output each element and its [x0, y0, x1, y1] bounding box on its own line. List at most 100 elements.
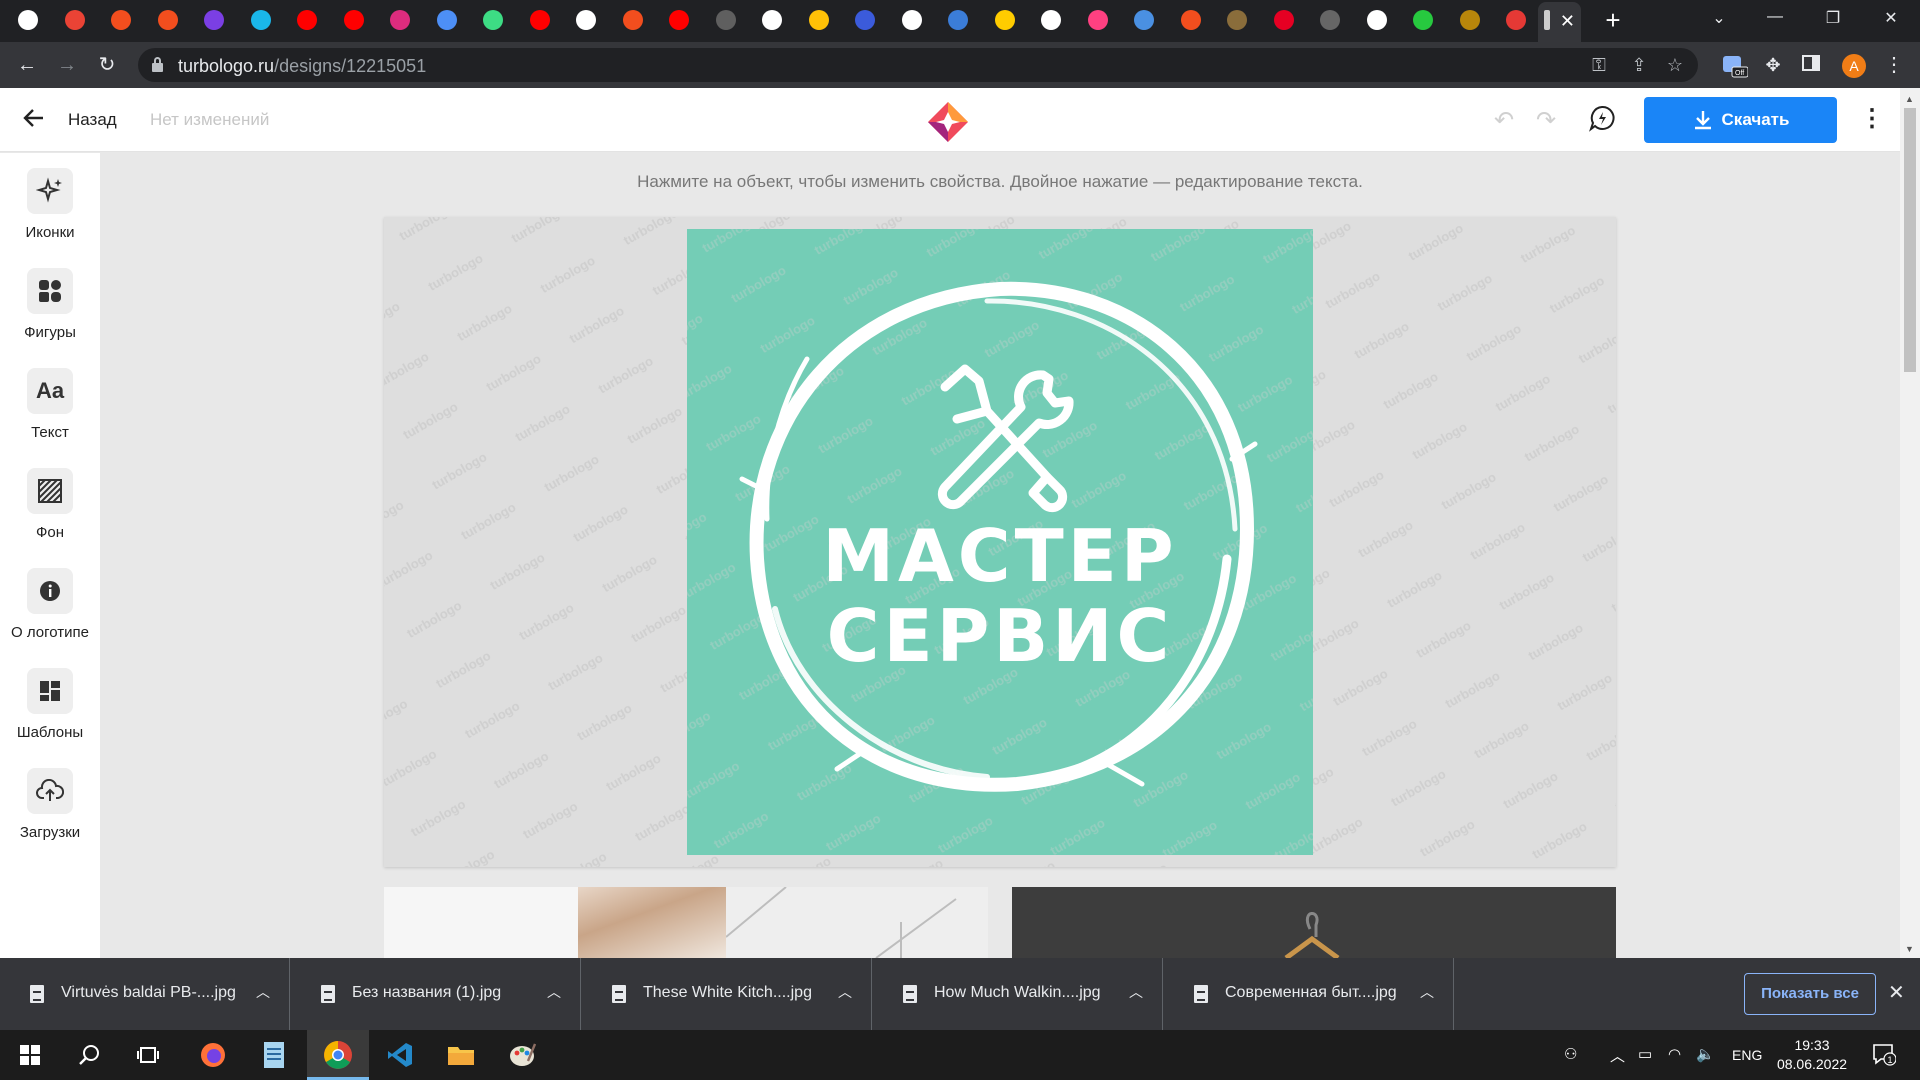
- template-thumbnail[interactable]: [384, 887, 988, 958]
- sidebar-item-shapes[interactable]: Фигуры: [0, 262, 100, 352]
- tab-favicon[interactable]: [18, 10, 38, 30]
- sidebar-item-about-logo[interactable]: О логотипе: [0, 562, 100, 652]
- chevron-up-icon[interactable]: ︿: [256, 982, 270, 1002]
- system-clock[interactable]: 19:33 08.06.2022: [1774, 1036, 1850, 1074]
- notifications-icon[interactable]: 1: [1872, 1042, 1897, 1070]
- template-thumbnail[interactable]: [1012, 887, 1616, 958]
- download-item[interactable]: These White Kitch....jpg ︿: [582, 958, 872, 1030]
- tab-favicon[interactable]: [948, 10, 968, 30]
- undo-icon[interactable]: ↶: [1490, 106, 1518, 135]
- tab-favicon[interactable]: [808, 10, 829, 30]
- tab-favicon[interactable]: [1041, 10, 1061, 30]
- sidebar-item-text[interactable]: Aa Текст: [0, 362, 100, 452]
- scroll-thumb[interactable]: [1904, 108, 1916, 372]
- tab-favicon[interactable]: [622, 10, 643, 30]
- tab-favicon[interactable]: [1413, 10, 1433, 30]
- people-icon[interactable]: ⚇: [1564, 1045, 1577, 1063]
- new-tab-button[interactable]: +: [1598, 6, 1628, 36]
- file-explorer-icon[interactable]: [445, 1039, 477, 1071]
- browser-back-button[interactable]: ←: [14, 52, 40, 78]
- close-shelf-icon[interactable]: ✕: [1888, 980, 1905, 1005]
- feedback-chat-icon[interactable]: [1588, 104, 1616, 132]
- logo-text-line1[interactable]: МАСТЕР: [822, 514, 1177, 598]
- paint-icon[interactable]: [506, 1039, 538, 1071]
- turbologo-logo[interactable]: [926, 100, 970, 144]
- tab-favicon[interactable]: [1506, 10, 1526, 30]
- design-canvas[interactable]: turbologo МАСТЕР: [384, 217, 1616, 867]
- tab-favicon[interactable]: [64, 10, 85, 30]
- vscode-icon[interactable]: [384, 1039, 416, 1071]
- tab-favicon[interactable]: [204, 10, 224, 30]
- tab-favicon[interactable]: [1366, 10, 1387, 30]
- back-button[interactable]: Назад: [68, 110, 117, 130]
- tab-search-icon[interactable]: ⌄: [1704, 8, 1734, 28]
- more-options-icon[interactable]: ⋮: [1860, 104, 1884, 134]
- scroll-down-arrow-icon[interactable]: ▼: [1905, 944, 1914, 954]
- tab-favicon[interactable]: [901, 10, 922, 30]
- battery-icon[interactable]: ▭: [1638, 1045, 1652, 1063]
- language-indicator[interactable]: ENG: [1732, 1047, 1762, 1063]
- key-icon[interactable]: ⚿: [1588, 55, 1610, 76]
- sidebar-item-background[interactable]: Фон: [0, 462, 100, 552]
- tab-favicon[interactable]: [855, 10, 875, 30]
- download-item[interactable]: Без названия (1).jpg ︿: [291, 958, 581, 1030]
- chevron-up-icon[interactable]: ︿: [1420, 982, 1434, 1002]
- logo-text-line2[interactable]: СЕРВИС: [827, 594, 1174, 678]
- back-arrow-icon[interactable]: [22, 106, 48, 132]
- puzzle-extensions-icon[interactable]: ✥: [1762, 54, 1784, 76]
- notepad-icon[interactable]: [258, 1039, 290, 1071]
- tab-favicon[interactable]: [1459, 10, 1480, 30]
- active-tab[interactable]: ✕: [1538, 2, 1581, 42]
- tab-favicon[interactable]: [576, 10, 596, 30]
- redo-icon[interactable]: ↷: [1532, 106, 1560, 135]
- search-icon[interactable]: [73, 1039, 105, 1071]
- tab-favicon[interactable]: [483, 10, 503, 30]
- minimize-button[interactable]: —: [1760, 8, 1790, 26]
- restore-button[interactable]: ❐: [1818, 8, 1848, 28]
- tab-favicon[interactable]: [1320, 10, 1340, 30]
- tab-favicon[interactable]: [1087, 10, 1108, 30]
- tab-favicon[interactable]: [111, 10, 131, 30]
- sidebar-item-icons[interactable]: Иконки: [0, 162, 100, 252]
- download-item[interactable]: Современная быт....jpg ︿: [1164, 958, 1454, 1030]
- sidebar-item-templates[interactable]: Шаблоны: [0, 662, 100, 752]
- task-view-icon[interactable]: [133, 1039, 165, 1071]
- share-icon[interactable]: ⇪: [1628, 55, 1650, 76]
- windows-start-icon[interactable]: [14, 1039, 46, 1071]
- download-item[interactable]: How Much Walkin....jpg ︿: [873, 958, 1163, 1030]
- sidebar-item-uploads[interactable]: Загрузки: [0, 762, 100, 852]
- download-item[interactable]: Virtuvės baldai PB-....jpg ︿: [0, 958, 290, 1030]
- download-button[interactable]: Скачать: [1644, 97, 1837, 143]
- tab-favicon[interactable]: [715, 10, 736, 30]
- profile-avatar[interactable]: А: [1842, 54, 1866, 78]
- browser-forward-button[interactable]: →: [54, 52, 80, 78]
- reload-button[interactable]: ↻: [94, 52, 120, 78]
- side-panel-icon[interactable]: [1800, 54, 1822, 76]
- tab-favicon[interactable]: [157, 10, 178, 30]
- page-scrollbar[interactable]: ▲ ▼: [1900, 88, 1920, 958]
- tray-chevron-up-icon[interactable]: ︿: [1610, 1045, 1625, 1066]
- scroll-up-arrow-icon[interactable]: ▲: [1905, 94, 1914, 104]
- tab-favicon[interactable]: [436, 10, 457, 30]
- tab-favicon[interactable]: [297, 10, 317, 30]
- tab-favicon[interactable]: [1273, 10, 1294, 30]
- taskbar-active-app[interactable]: [307, 1030, 369, 1080]
- tab-favicon[interactable]: [250, 10, 271, 30]
- address-bar[interactable]: turbologo.ru/designs/12215051 ⚿ ⇪ ☆: [138, 48, 1698, 82]
- extension-off-icon[interactable]: Off: [1722, 54, 1749, 78]
- logo-design[interactable]: МАСТЕР СЕРВИС: [687, 229, 1313, 855]
- firefox-icon[interactable]: [197, 1039, 229, 1071]
- tab-favicon[interactable]: [343, 10, 364, 30]
- chrome-menu-icon[interactable]: ⋮: [1884, 52, 1904, 78]
- tab-favicon[interactable]: [762, 10, 782, 30]
- volume-icon[interactable]: 🔈: [1696, 1045, 1715, 1063]
- tab-favicon[interactable]: [669, 10, 689, 30]
- tab-favicon[interactable]: [390, 10, 410, 30]
- tab-favicon[interactable]: [1134, 10, 1154, 30]
- tab-close-icon[interactable]: ✕: [1560, 11, 1575, 31]
- tab-favicon[interactable]: [1180, 10, 1201, 30]
- chevron-up-icon[interactable]: ︿: [838, 982, 852, 1002]
- tab-favicon[interactable]: [529, 10, 550, 30]
- tab-favicon[interactable]: [994, 10, 1015, 30]
- show-all-downloads-button[interactable]: Показать все: [1744, 973, 1876, 1015]
